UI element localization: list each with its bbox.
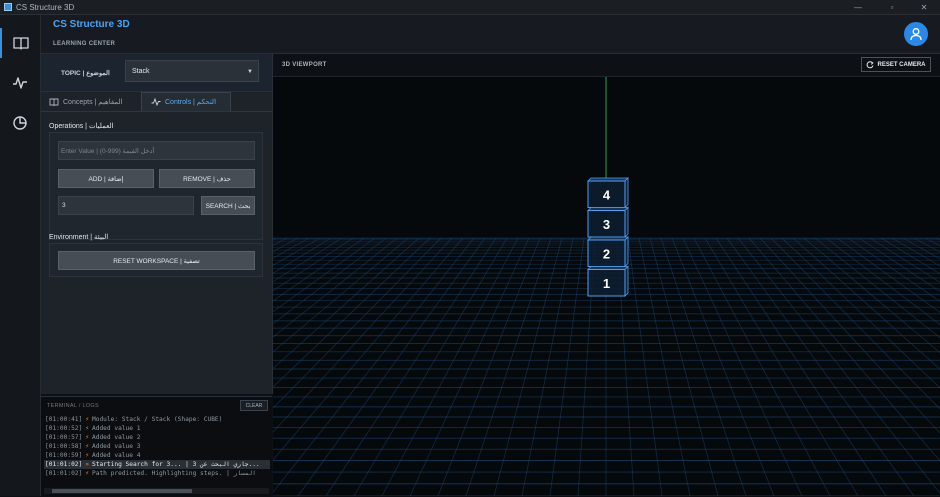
control-panel: TOPIC | الموضوع Stack ▼ Concepts | المفا… bbox=[41, 54, 273, 394]
log-status-icon: ⚡ bbox=[85, 416, 89, 423]
log-entry: [01:00:58] ⚡ Added value 3 bbox=[44, 442, 270, 451]
stack-cube[interactable]: 2 bbox=[587, 236, 629, 268]
log-status-icon: ⚡ bbox=[85, 425, 89, 432]
log-entry: [01:00:57] ⚡ Added value 2 bbox=[44, 433, 270, 442]
log-entry: [01:00:52] ⚡ Added value 1 bbox=[44, 424, 270, 433]
reset-camera-button[interactable]: RESET CAMERA bbox=[861, 57, 931, 72]
reset-camera-label: RESET CAMERA bbox=[877, 61, 926, 68]
search-input[interactable]: 3 bbox=[58, 196, 194, 215]
minimize-button[interactable]: — bbox=[844, 0, 872, 14]
log-status-icon: ⚡ bbox=[85, 470, 89, 477]
panel-tabs: Concepts | المفاهيم Controls | التحكم bbox=[41, 92, 272, 112]
tab-concepts[interactable]: Concepts | المفاهيم bbox=[49, 92, 141, 111]
app-title: CS Structure 3D bbox=[53, 19, 130, 30]
log-entry: [01:00:59] ⚡ Added value 4 bbox=[44, 451, 270, 460]
topic-row: TOPIC | الموضوع Stack ▼ bbox=[41, 54, 272, 92]
cube-value-label: 2 bbox=[603, 246, 610, 261]
operations-title: Operations | العمليات bbox=[49, 123, 114, 130]
app-subtitle: LEARNING CENTER bbox=[53, 41, 116, 47]
cube-value-label: 4 bbox=[603, 187, 611, 202]
reset-workspace-button[interactable]: RESET WORKSPACE | تصفية bbox=[58, 251, 255, 270]
pie-chart-icon[interactable] bbox=[0, 108, 40, 138]
terminal-title: TERMINAL / LOGS bbox=[47, 403, 99, 409]
log-message: Added value 4 bbox=[92, 452, 141, 459]
log-entry: [01:01:02]» Starting Search for 3... | 3 … bbox=[44, 460, 270, 469]
add-button[interactable]: ADD | إضافة bbox=[58, 169, 154, 188]
stack-render: 4 3 2 1 bbox=[587, 177, 629, 297]
log-message: Path predicted. Highlighting steps. | ال… bbox=[92, 470, 256, 477]
maximize-button[interactable]: ▫ bbox=[878, 0, 906, 14]
stack-cube[interactable]: 3 bbox=[587, 206, 629, 238]
scrollbar-thumb[interactable] bbox=[52, 489, 192, 493]
refresh-icon bbox=[867, 60, 875, 68]
log-message: Starting Search for 3... | 3 جاري البحث … bbox=[92, 461, 260, 468]
log-status-icon: » bbox=[85, 461, 89, 468]
topic-select[interactable]: Stack ▼ bbox=[125, 60, 259, 82]
viewport-header: 3D VIEWPORT RESET CAMERA bbox=[273, 54, 940, 77]
log-horizontal-scrollbar[interactable] bbox=[44, 488, 269, 494]
book-glyph bbox=[13, 37, 29, 50]
remove-button[interactable]: REMOVE | حذف bbox=[159, 169, 255, 188]
log-timestamp: [01:00:58] bbox=[45, 443, 83, 450]
log-entry: [01:00:41] ⚡ Module: Stack / Stack (Shape:… bbox=[44, 415, 270, 424]
stack-cube[interactable]: 4 bbox=[587, 177, 629, 209]
value-input[interactable]: Enter Value | (0-999) أدخل القيمة bbox=[58, 141, 255, 160]
cube-value-label: 1 bbox=[603, 276, 610, 291]
topic-selected-value: Stack bbox=[132, 67, 150, 75]
log-status-icon: ⚡ bbox=[85, 443, 89, 450]
terminal-panel: TERMINAL / LOGS CLEAR [01:00:41] ⚡ Module:… bbox=[41, 396, 272, 497]
log-timestamp: [01:00:52] bbox=[45, 425, 83, 432]
viewport-title: 3D VIEWPORT bbox=[282, 62, 327, 68]
stack-cube[interactable]: 1 bbox=[587, 265, 629, 297]
log-entry: [01:01:02] ⚡ Path predicted. Highlighting … bbox=[44, 469, 270, 478]
user-icon bbox=[910, 28, 922, 41]
pulse-icon[interactable] bbox=[0, 68, 40, 98]
viewport-3d[interactable]: 4 3 2 1 3D VIEWPORT RESET CAMERA bbox=[273, 54, 940, 496]
pulse-glyph bbox=[13, 77, 27, 89]
log-timestamp: [01:00:59] bbox=[45, 452, 83, 459]
operations-card: Enter Value | (0-999) أدخل القيمة ADD | … bbox=[49, 132, 263, 240]
book-icon[interactable] bbox=[0, 28, 40, 58]
nav-rail bbox=[0, 15, 41, 496]
value-input-placeholder: Enter Value | (0-999) أدخل القيمة bbox=[61, 147, 155, 155]
log-timestamp: [01:01:02] bbox=[45, 461, 83, 468]
search-button[interactable]: SEARCH | بحث bbox=[201, 196, 255, 215]
topic-label: TOPIC | الموضوع bbox=[61, 70, 110, 77]
log-message: Module: Stack / Stack (Shape: CUBE) bbox=[92, 416, 223, 423]
log-timestamp: [01:00:41] bbox=[45, 416, 83, 423]
log-list: [01:00:41] ⚡ Module: Stack / Stack (Shape:… bbox=[44, 415, 270, 478]
log-timestamp: [01:00:57] bbox=[45, 434, 83, 441]
chevron-down-icon: ▼ bbox=[247, 69, 253, 75]
tab-concepts-label: Concepts | المفاهيم bbox=[63, 98, 123, 106]
environment-card: RESET WORKSPACE | تصفية bbox=[49, 243, 263, 277]
book-open-icon bbox=[49, 98, 59, 106]
log-message: Added value 1 bbox=[92, 425, 141, 432]
tab-controls[interactable]: Controls | التحكم bbox=[141, 92, 231, 111]
tab-controls-label: Controls | التحكم bbox=[165, 99, 217, 106]
cube-value-label: 3 bbox=[603, 217, 610, 232]
pulse-icon bbox=[151, 98, 161, 106]
close-button[interactable]: ✕ bbox=[910, 0, 938, 14]
window-titlebar: CS Structure 3D — ▫ ✕ bbox=[0, 0, 940, 15]
clear-logs-button[interactable]: CLEAR bbox=[240, 400, 268, 411]
app-icon bbox=[4, 3, 12, 11]
log-message: Added value 3 bbox=[92, 443, 141, 450]
user-avatar[interactable] bbox=[904, 22, 928, 46]
window-title: CS Structure 3D bbox=[16, 2, 75, 12]
log-timestamp: [01:01:02] bbox=[45, 470, 83, 477]
log-message: Added value 2 bbox=[92, 434, 141, 441]
app-header: CS Structure 3D LEARNING CENTER bbox=[41, 15, 940, 54]
environment-title: Environment | البيئة bbox=[49, 234, 109, 241]
pie-glyph bbox=[13, 116, 27, 130]
log-status-icon: ⚡ bbox=[85, 452, 89, 459]
log-status-icon: ⚡ bbox=[85, 434, 89, 441]
